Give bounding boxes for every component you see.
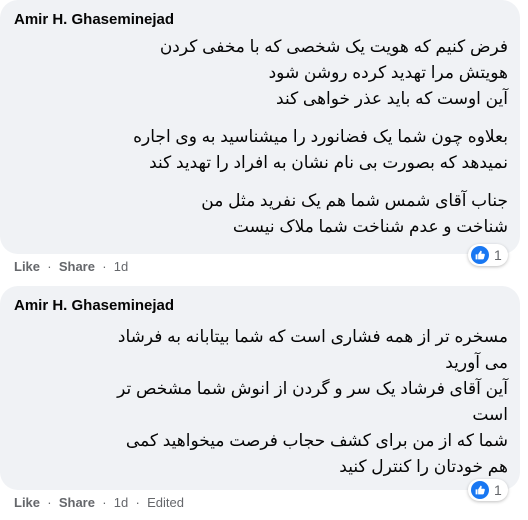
like-button[interactable]: Like: [14, 495, 40, 510]
comment-author[interactable]: Amir H. Ghaseminejad: [14, 11, 174, 28]
comment-line: آین آقای فرشاد یک سر و گردن از انوش شما …: [117, 379, 508, 398]
comment-bubble: Amir H. Ghaseminejad مسخره تر از همه فشا…: [0, 286, 520, 490]
reaction-summary[interactable]: 1: [468, 479, 508, 501]
comment-actions: Like · Share · 1d · Edited: [14, 495, 184, 510]
comment-line: مسخره تر از همه فشاری است که شما بیتابان…: [117, 327, 508, 346]
comment-author[interactable]: Amir H. Ghaseminejad: [14, 297, 174, 314]
comment-line: آین اوست که باید عذر خواهی کند: [276, 89, 508, 108]
comment-line: فرض کنیم که هویت یک شخصی که با مخفی کردن: [159, 37, 508, 56]
separator: ·: [43, 495, 56, 510]
reaction-summary[interactable]: 1: [468, 244, 508, 266]
comment-line: هویتش مرا تهدید کرده روشن شود: [268, 63, 508, 82]
comment-timestamp[interactable]: 1d: [114, 495, 128, 510]
comment-line: است: [472, 405, 508, 424]
comment-paragraph: فرض کنیم که هویت یک شخصی که با مخفی کردن…: [12, 34, 508, 112]
comment-timestamp[interactable]: 1d: [114, 259, 128, 274]
comment-paragraph: جناب آقای شمس شما هم یک نفرید مثل من شنا…: [12, 188, 508, 240]
like-icon: [471, 246, 489, 264]
share-button[interactable]: Share: [59, 495, 95, 510]
comment-line: جناب آقای شمس شما هم یک نفرید مثل من: [201, 191, 508, 210]
like-button[interactable]: Like: [14, 259, 40, 274]
comment-text: مسخره تر از همه فشاری است که شما بیتابان…: [12, 324, 508, 480]
comment-line: هم خودتان را کنترل کنید: [339, 457, 508, 476]
reaction-count: 1: [494, 482, 502, 498]
comment-text: فرض کنیم که هویت یک شخصی که با مخفی کردن…: [12, 34, 508, 240]
comment-bubble: Amir H. Ghaseminejad فرض کنیم که هویت یک…: [0, 0, 520, 254]
comment-line: می آورید: [445, 353, 508, 372]
separator: ·: [43, 259, 56, 274]
reaction-count: 1: [494, 247, 502, 263]
comment-actions: Like · Share · 1d: [14, 259, 128, 274]
comment-line: شناخت و عدم شناخت شما ملاک نیست: [232, 217, 508, 236]
comment-line: نمیدهد که بصورت بی نام نشان به افراد را …: [149, 153, 508, 172]
separator: ·: [98, 259, 111, 274]
comment-paragraph: بعلاوه چون شما یک فضانورد را میشناسید به…: [12, 124, 508, 176]
edited-label[interactable]: Edited: [147, 495, 184, 510]
comment-line: بعلاوه چون شما یک فضانورد را میشناسید به…: [133, 127, 508, 146]
separator: ·: [98, 495, 111, 510]
comment-line: شما که از من برای کشف حجاب فرصت میخواهید…: [125, 431, 508, 450]
share-button[interactable]: Share: [59, 259, 95, 274]
like-icon: [471, 481, 489, 499]
separator: ·: [131, 495, 144, 510]
comment-paragraph: مسخره تر از همه فشاری است که شما بیتابان…: [12, 324, 508, 480]
